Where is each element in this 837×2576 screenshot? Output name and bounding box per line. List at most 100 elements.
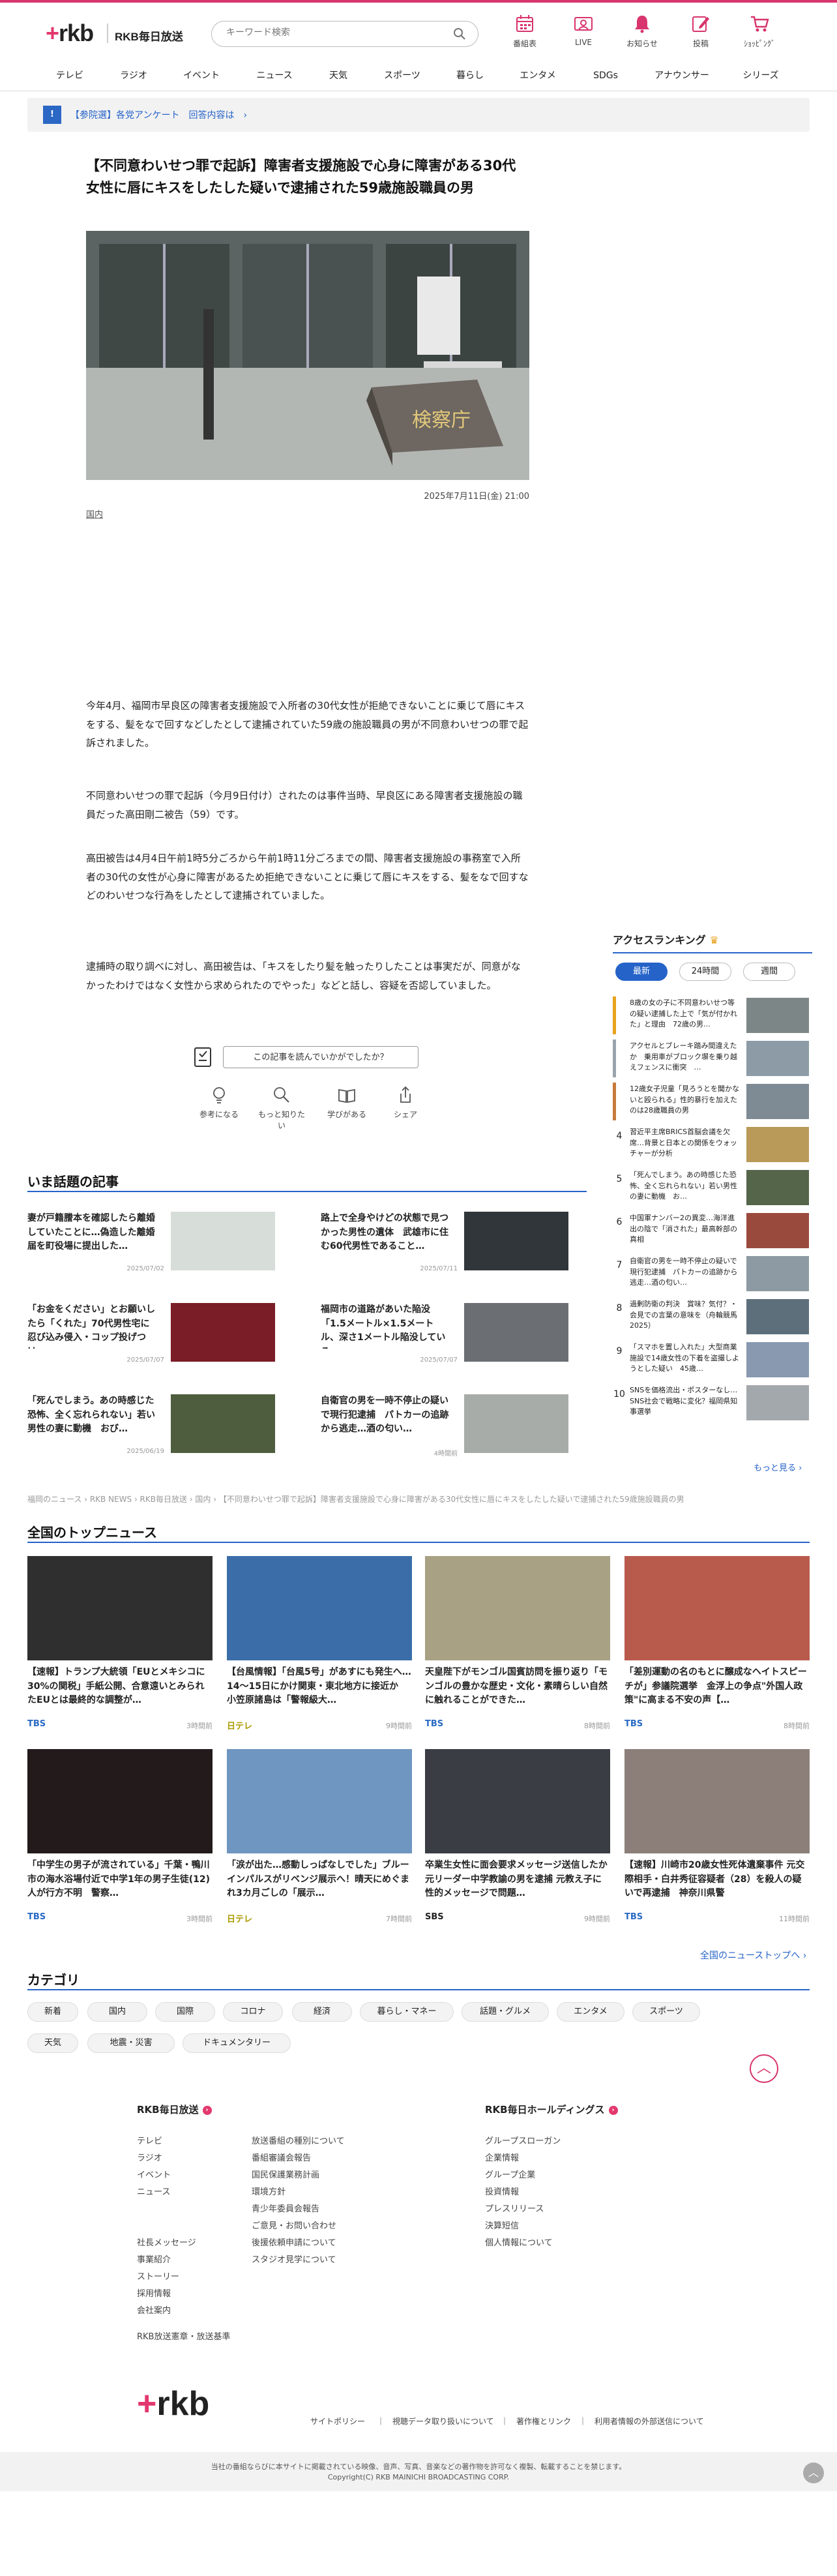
- reaction-know-more[interactable]: もっと知りたい: [256, 1085, 308, 1131]
- topic-item[interactable]: 福岡市の道路があいた陥没「1.5メートル×1.5メートル、深さ1メートル陥没して…: [321, 1303, 568, 1375]
- topic-item[interactable]: 「死んでしまう。あの時感じた恐怖、全く忘れられない」若い男性の妻に動機 おび… 2…: [27, 1394, 275, 1466]
- ranking-item[interactable]: 1 8歳の女の子に不同意わいせつ等の疑い逮捕した上で「気が付かれた」と理由 72歳…: [613, 996, 812, 1037]
- topic-item[interactable]: 妻が戸籍謄本を確認したら離婚していたことに…偽造した離婚届を町役場に提出した… 2…: [27, 1212, 275, 1283]
- search-box[interactable]: [211, 21, 478, 47]
- scroll-top-button[interactable]: ︿: [803, 2463, 824, 2483]
- nav-post[interactable]: 投稿: [671, 13, 730, 60]
- topnav-event[interactable]: イベント: [175, 60, 228, 91]
- topic-item[interactable]: 自衛官の男を一時不停止の疑いで現行犯逮捕 パトカーの追跡から逃走…酒の匂い… 4時…: [321, 1394, 568, 1466]
- footer-bottom-link[interactable]: ｜ 著作権とリンク: [501, 2416, 571, 2427]
- category-chip[interactable]: 話題・グルメ: [462, 2002, 549, 2022]
- footer-link[interactable]: 社長メッセージ: [137, 2236, 196, 2248]
- category-chip[interactable]: 天気: [27, 2033, 78, 2053]
- ranking-item[interactable]: 8 過剰防衛の判決 賞味？気付？・会見での言葉の意味を（舟輪競馬2025）: [613, 1298, 812, 1338]
- category-chip[interactable]: 経済: [292, 2002, 352, 2022]
- topnav-weather[interactable]: 天気: [312, 60, 365, 91]
- national-news-item[interactable]: 卒業生女性に面会要求メッセージ送信したか 元リーダー中学教諭の男を逮捕 元教え子…: [425, 1749, 610, 1932]
- category-chip[interactable]: 国内: [87, 2002, 147, 2022]
- reaction-share[interactable]: シェア: [379, 1085, 432, 1120]
- footer-link[interactable]: 企業情報: [485, 2151, 519, 2163]
- footer-bottom-link[interactable]: ｜ 視聴データ取り扱いについて: [377, 2416, 494, 2427]
- footer-link[interactable]: 決算短信: [485, 2219, 519, 2231]
- topic-item[interactable]: 路上で全身やけどの状態で見つかった男性の遺体 武雄市に住む60代男性であること……: [321, 1212, 568, 1283]
- category-chip[interactable]: 暮らし・マネー: [360, 2002, 454, 2022]
- footer-link[interactable]: スタジオ見学について: [252, 2253, 336, 2265]
- ranking-item[interactable]: 2 アクセルとブレーキ踏み間違えたか 乗用車がブロック塀を乗り越えフェンスに衝突 …: [613, 1040, 812, 1080]
- footer-link[interactable]: 国民保護業務計画: [252, 2168, 319, 2180]
- footer-link[interactable]: グループ企業: [485, 2168, 535, 2180]
- footer-link[interactable]: 採用情報: [137, 2286, 171, 2299]
- footer-link[interactable]: 放送番組の種別について: [252, 2134, 345, 2146]
- nav-shopping[interactable]: ｼｮｯﾋﾟﾝｸﾞ: [730, 13, 789, 60]
- footer-link[interactable]: 投資情報: [485, 2185, 519, 2197]
- national-news-item[interactable]: 【台風情報】「台風5号」があすにも発生へ…14〜15日にかけ関東・東北地方に接近…: [227, 1556, 412, 1739]
- nav-notice[interactable]: お知らせ: [613, 13, 671, 60]
- nav-live[interactable]: LIVE: [554, 13, 613, 60]
- ranking-item[interactable]: 4 習近平主席BRICS首脳会議を欠席…背景と日本との関係をウォッチャーが分析: [613, 1126, 812, 1166]
- topnav-entertainment[interactable]: エンタメ: [511, 60, 565, 91]
- category-chip[interactable]: 国際: [155, 2002, 215, 2022]
- category-chip[interactable]: エンタメ: [557, 2002, 624, 2022]
- footer-bottom-link[interactable]: ｜ 利用者情報の外部送信について: [579, 2416, 704, 2427]
- footer-link[interactable]: 番組審議会報告: [252, 2151, 311, 2163]
- notice-banner[interactable]: ! 【参院選】各党アンケート 回答内容は ›: [27, 98, 810, 132]
- ranking-item[interactable]: 3 12歳女子児童「見ろうとを聞かないと殴られる」性的暴行を加えたのは28歳職員の…: [613, 1083, 812, 1123]
- topnav-sports[interactable]: スポーツ: [375, 60, 429, 91]
- national-news-item[interactable]: 「中学生の男子が流されている」千葉・鴨川市の海水浴場付近で中学1年の男子生徒(1…: [27, 1749, 213, 1932]
- breadcrumb[interactable]: 福岡のニュース › RKB NEWS › RKB毎日放送 › 国内 › 【不同意…: [27, 1493, 684, 1505]
- national-news-item[interactable]: 【速報】トランプ大統領「EUとメキシコに30%の関税」手紙公開、合意遠いとみられ…: [27, 1556, 213, 1739]
- back-to-top-button[interactable]: ︿: [750, 2054, 778, 2083]
- category-chip[interactable]: 地震・災害: [87, 2033, 175, 2053]
- all-news-link[interactable]: 全国のニューストップへ ›: [700, 1949, 806, 1962]
- topnav-life[interactable]: 暮らし: [443, 60, 497, 91]
- topic-item[interactable]: 「お金をください」とお願いしたら「くれた」70代男性宅に忍び込み侵入・コップ投げ…: [27, 1303, 275, 1375]
- ranking-item[interactable]: 5 「死んでしまう。あの時感じた恐怖、全く忘れられない」若い男性の妻に動機 お…: [613, 1169, 812, 1209]
- footer-link[interactable]: プレスリリース: [485, 2202, 544, 2214]
- footer-link[interactable]: テレビ: [137, 2134, 162, 2146]
- footer-link[interactable]: グループスローガン: [485, 2134, 561, 2146]
- footer-logo[interactable]: +rkb: [137, 2384, 209, 2423]
- ranking-item[interactable]: 7 自衛官の男を一時不停止の疑いで現行犯逮捕 パトカーの追跡から逃走…酒の匂い…: [613, 1255, 812, 1295]
- topnav-radio[interactable]: ラジオ: [107, 60, 160, 91]
- ranking-item[interactable]: 10 SNSを価格流出・ポスターなし…SNS社会で戦略に変化？福岡県知事選挙: [613, 1384, 812, 1424]
- ranking-tab-weekly[interactable]: 週間: [743, 963, 795, 981]
- topnav-news[interactable]: ニュース: [248, 60, 301, 91]
- ranking-tab-24h[interactable]: 24時間: [679, 963, 731, 981]
- footer-link[interactable]: 後援依頼申請について: [252, 2236, 336, 2248]
- search-input[interactable]: [226, 27, 435, 38]
- reaction-helpful[interactable]: 参考になる: [193, 1085, 245, 1120]
- footer-link[interactable]: 環境方針: [252, 2185, 286, 2197]
- nav-program-guide[interactable]: 番組表: [495, 13, 554, 60]
- ranking-tab-latest[interactable]: 最新: [615, 963, 668, 981]
- reaction-learned[interactable]: 学びがある: [321, 1085, 373, 1120]
- footer-link[interactable]: RKB放送憲章・放送基準: [137, 2329, 230, 2342]
- topnav-sdgs[interactable]: SDGs: [579, 60, 632, 91]
- brand-name[interactable]: RKB毎日放送: [115, 27, 183, 44]
- footer-link[interactable]: 青少年委員会報告: [252, 2202, 319, 2214]
- search-icon[interactable]: [453, 27, 466, 40]
- footer-link[interactable]: ご意見・お問い合わせ: [252, 2219, 336, 2231]
- footer-link[interactable]: ストーリー: [137, 2269, 179, 2282]
- topnav-announcer[interactable]: アナウンサー: [647, 60, 717, 91]
- footer-link[interactable]: イベント: [137, 2168, 171, 2180]
- footer-link[interactable]: 個人情報について: [485, 2236, 553, 2248]
- ranking-item[interactable]: 9 「スマホを置し入れた」大型商業施設で14歳女性の下着を盗撮しようとした疑い 4…: [613, 1341, 812, 1381]
- category-chip[interactable]: スポーツ: [632, 2002, 700, 2022]
- footer-holdings-title[interactable]: RKB毎日ホールディングス ›: [485, 2103, 618, 2116]
- category-chip[interactable]: 新着: [27, 2002, 78, 2022]
- category-chip[interactable]: コロナ: [223, 2002, 283, 2022]
- topnav-tv[interactable]: テレビ: [43, 60, 96, 91]
- topnav-series[interactable]: シリーズ: [734, 60, 787, 91]
- ranking-more-link[interactable]: もっと見る ›: [754, 1461, 802, 1473]
- footer-rkb-title[interactable]: RKB毎日放送 ›: [137, 2103, 212, 2116]
- national-news-item[interactable]: 「差別運動の名のもとに醸成なヘイトスピーチが」参議院選挙 金浮上の争点"外国人政…: [624, 1556, 810, 1739]
- footer-link[interactable]: 事業紹介: [137, 2253, 171, 2265]
- category-chip[interactable]: ドキュメンタリー: [183, 2033, 291, 2053]
- category-tag[interactable]: 国内: [86, 507, 103, 520]
- notice-link[interactable]: 【参院選】各党アンケート 回答内容は ›: [70, 108, 247, 121]
- footer-link[interactable]: ニュース: [137, 2185, 170, 2197]
- national-news-item[interactable]: 「涙が出た…感動しっぱなしでした」ブルーインパルスがリベンジ展示へ！晴天にめぐま…: [227, 1749, 412, 1932]
- footer-link[interactable]: 会社案内: [137, 2303, 171, 2316]
- ranking-item[interactable]: 6 中国軍ナンバー2の異変…海洋進出の陰で「消された」最高幹部の真相: [613, 1212, 812, 1252]
- national-news-item[interactable]: 【速報】川崎市20歳女性死体遺棄事件 元交際相手・白井秀征容疑者（28）を殺人の…: [624, 1749, 810, 1932]
